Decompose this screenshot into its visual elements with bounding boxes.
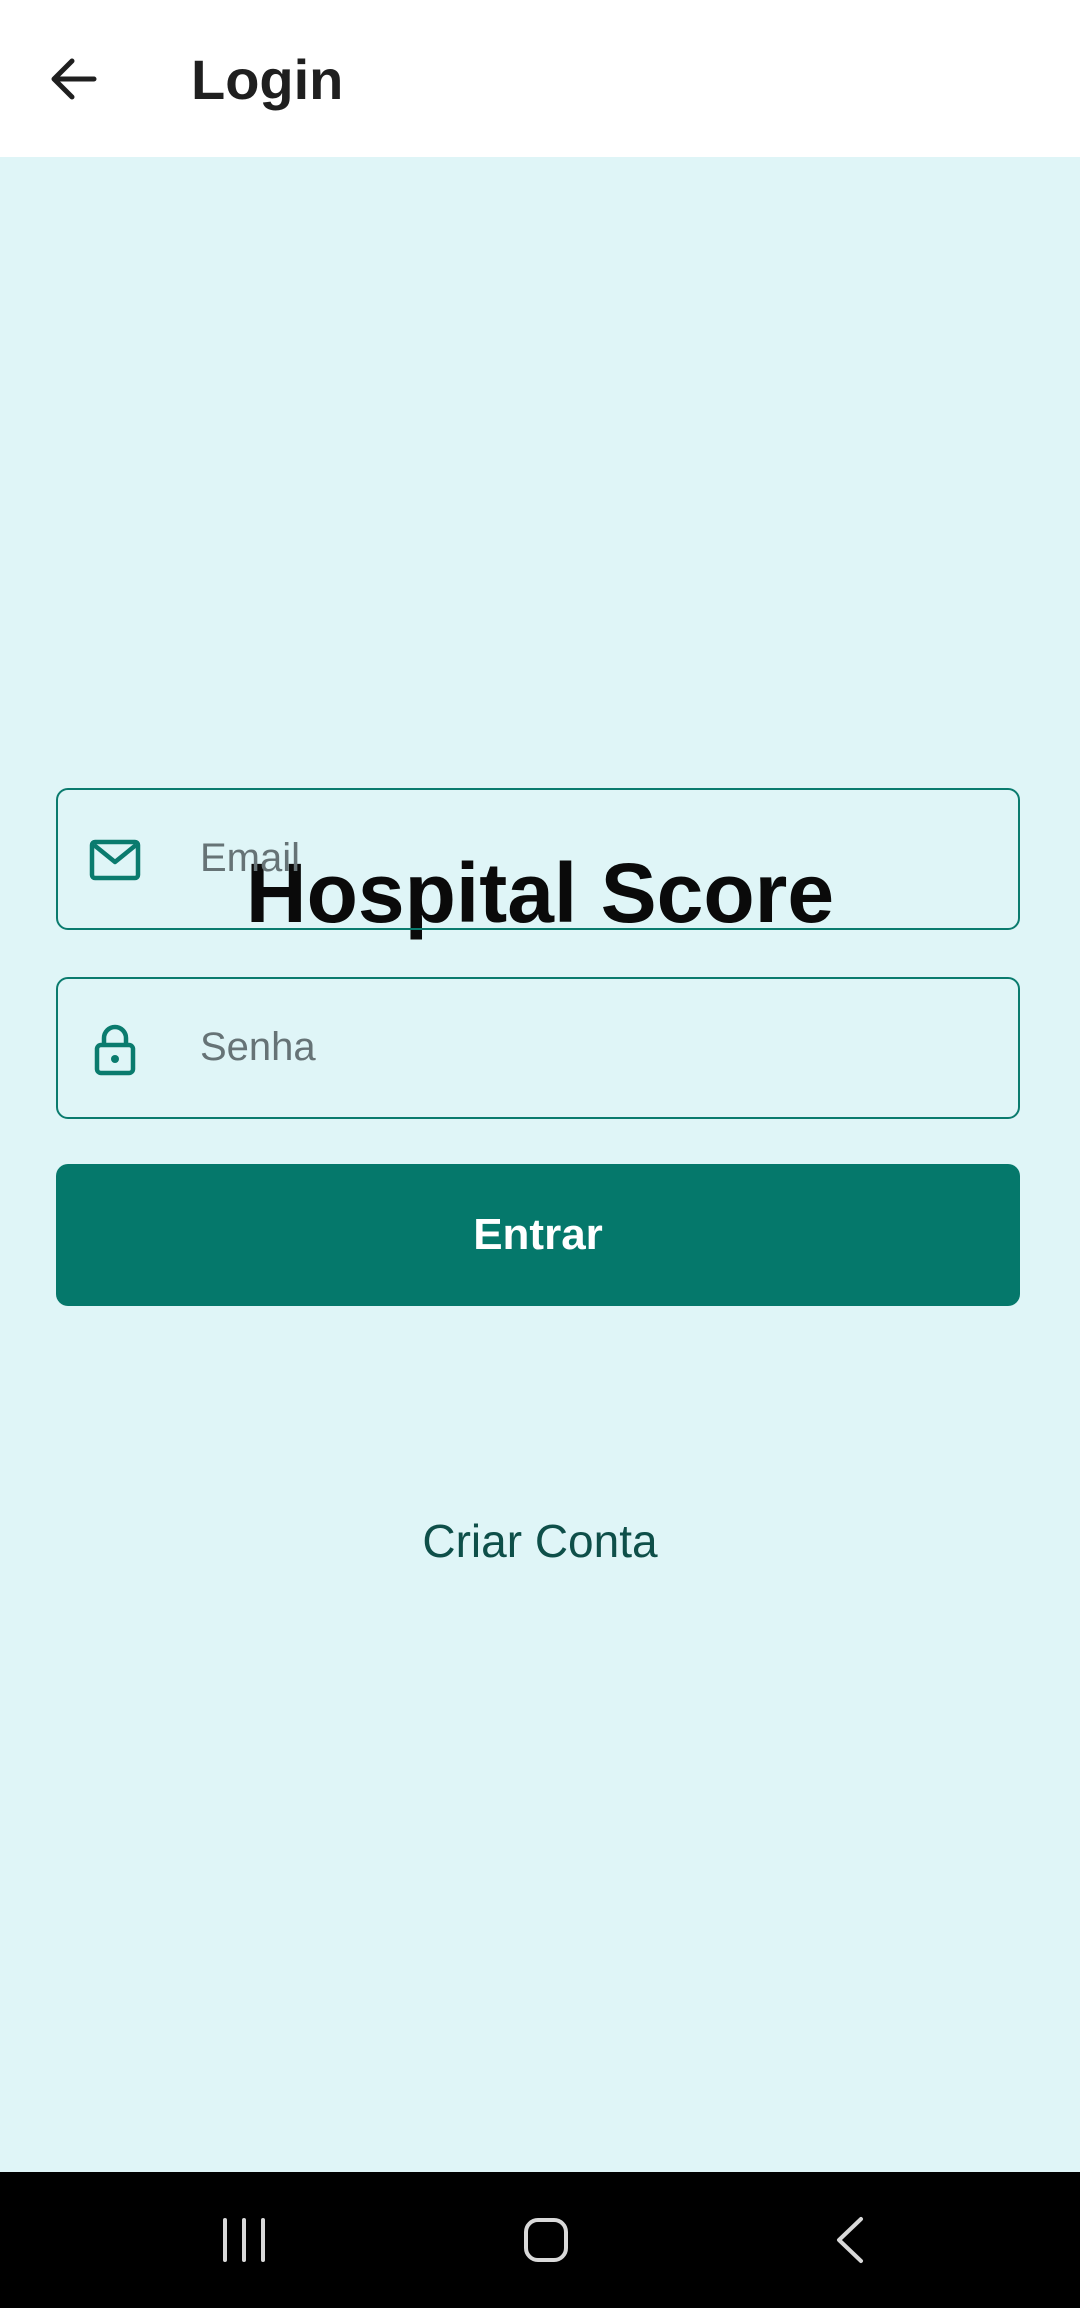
app-bar: Login — [0, 0, 1080, 157]
back-button[interactable] — [42, 42, 104, 116]
recents-icon — [223, 2218, 265, 2262]
system-back-button[interactable] — [770, 2172, 930, 2308]
arrow-left-icon — [51, 58, 97, 100]
email-input[interactable] — [200, 790, 990, 926]
home-icon — [524, 2218, 568, 2262]
password-field[interactable] — [56, 977, 1020, 1119]
mail-icon — [89, 839, 141, 881]
email-field[interactable] — [56, 788, 1020, 930]
home-button[interactable] — [466, 2172, 626, 2308]
system-nav-bar — [0, 2172, 1080, 2308]
back-chevron-icon — [837, 2217, 863, 2263]
password-input[interactable] — [200, 979, 990, 1115]
recents-button[interactable] — [164, 2172, 324, 2308]
lock-icon — [94, 1024, 136, 1076]
page-title: Login — [191, 48, 344, 111]
create-account-link[interactable]: Criar Conta — [340, 1506, 740, 1576]
submit-button[interactable]: Entrar — [56, 1164, 1020, 1306]
